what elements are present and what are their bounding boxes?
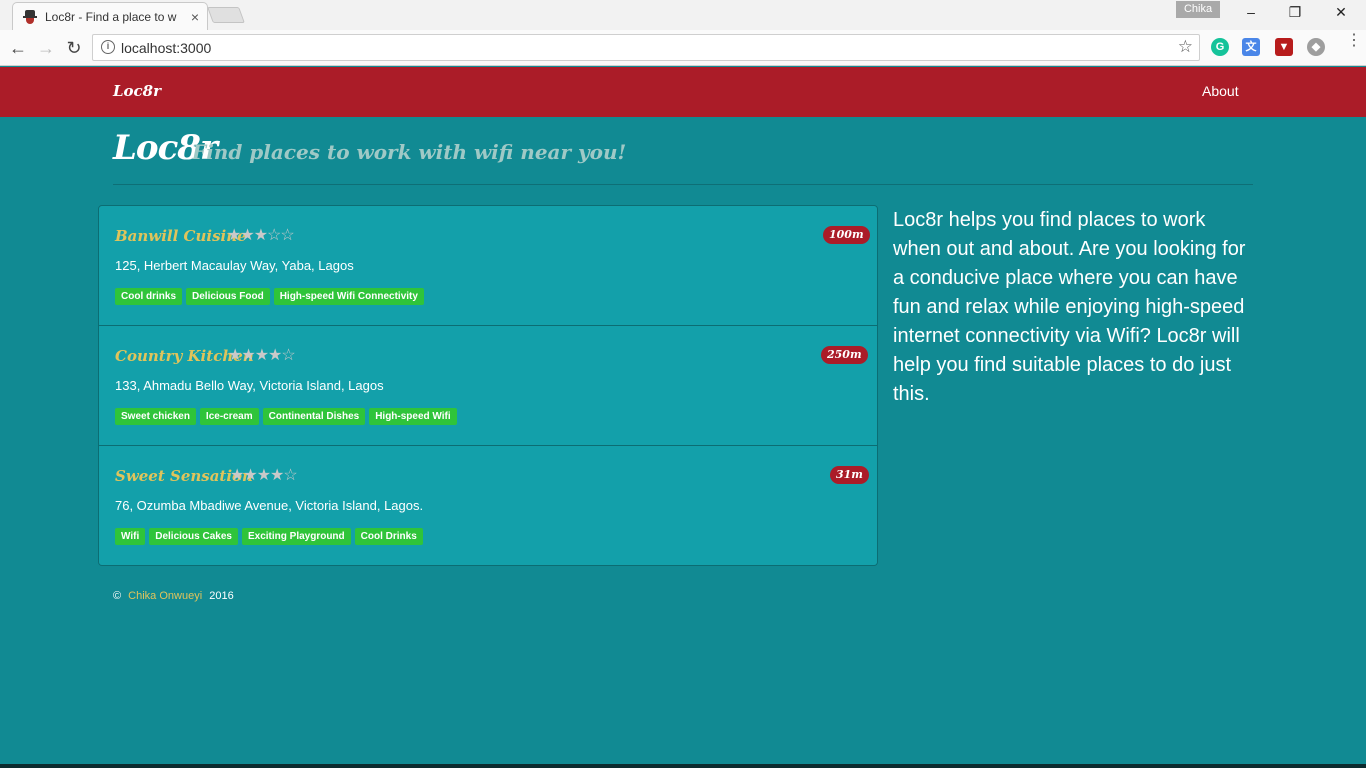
list-item: Banwill Cuisine ★★★☆☆ 100m 125, Herbert … (99, 206, 877, 326)
footer-year: 2016 (209, 590, 234, 602)
location-address: 125, Herbert Macaulay Way, Yaba, Lagos (115, 258, 354, 273)
forward-arrow-icon[interactable]: → (34, 36, 58, 60)
distance-badge: 100m (823, 226, 870, 244)
browser-toolbar: ← → ↻ i localhost:3000 ☆ G 文 ▼ ◆ ⋮ (0, 30, 1366, 66)
minimize-button[interactable]: – (1236, 4, 1266, 20)
about-link[interactable]: About (1202, 83, 1239, 99)
copyright-symbol: © (113, 590, 122, 602)
facility-tag: Sweet chicken (115, 408, 196, 425)
rating-stars-icon: ★★★★☆ (228, 347, 296, 364)
reload-icon[interactable]: ↻ (62, 36, 86, 60)
shield-extension-icon[interactable]: ▼ (1275, 38, 1293, 56)
tab-close-icon[interactable]: × (191, 9, 199, 25)
sidebar-description: Loc8r helps you find places to work when… (893, 209, 1246, 405)
bookmark-star-icon[interactable]: ☆ (1178, 37, 1193, 57)
profile-button[interactable]: Chika (1176, 1, 1220, 18)
facility-tag: Continental Dishes (262, 408, 366, 425)
favicon-icon (23, 9, 37, 24)
facility-tag: High-speed Wifi Connectivity (273, 288, 424, 305)
facility-tag: Ice-cream (199, 408, 259, 425)
translate-icon[interactable]: 文 (1242, 38, 1260, 56)
facility-tag: Delicious Cakes (149, 528, 238, 545)
rating-stars-icon: ★★★☆☆ (227, 227, 295, 244)
info-icon[interactable]: i (101, 40, 115, 54)
back-arrow-icon[interactable]: ← (6, 36, 30, 60)
footer: © Chika Onwueyi 2016 (113, 590, 234, 602)
page-header: Loc8r Find places to work with wifi near… (113, 128, 1253, 185)
location-list: Banwill Cuisine ★★★☆☆ 100m 125, Herbert … (98, 205, 878, 566)
browser-menu-icon[interactable]: ⋮ (1346, 33, 1362, 49)
rating-stars-icon: ★★★★☆ (230, 467, 298, 484)
site-navbar: Loc8r About (0, 67, 1366, 117)
author-link[interactable]: Chika Onwueyi (128, 590, 202, 602)
new-tab-button[interactable] (207, 7, 245, 23)
navbar-brand[interactable]: Loc8r (113, 82, 161, 100)
facility-tag: Cool Drinks (354, 528, 423, 545)
facility-tag: High-speed Wifi (369, 408, 457, 425)
location-address: 76, Ozumba Mbadiwe Avenue, Victoria Isla… (115, 498, 424, 513)
tab-title: Loc8r - Find a place to w (45, 9, 177, 24)
facility-tag: Wifi (115, 528, 146, 545)
facility-tag: Exciting Playground (241, 528, 351, 545)
list-item: Country Kitchen ★★★★☆ 250m 133, Ahmadu B… (99, 326, 877, 446)
facility-tags: Cool drinks Delicious Food High-speed Wi… (115, 288, 424, 305)
browser-tabstrip: Loc8r - Find a place to w × Chika – ❐ ✕ (0, 0, 1366, 30)
distance-badge: 250m (821, 346, 868, 364)
taskbar-edge (0, 764, 1366, 768)
location-address: 133, Ahmadu Bello Way, Victoria Island, … (115, 378, 384, 393)
url-text[interactable]: localhost:3000 (121, 40, 211, 56)
facility-tag: Cool drinks (115, 288, 183, 305)
address-bar[interactable]: i localhost:3000 ☆ (92, 34, 1200, 61)
extension-icon[interactable]: ◆ (1307, 38, 1325, 56)
browser-tab[interactable]: Loc8r - Find a place to w × (12, 2, 208, 30)
close-window-button[interactable]: ✕ (1326, 4, 1356, 21)
facility-tags: Wifi Delicious Cakes Exciting Playground… (115, 528, 423, 545)
facility-tag: Delicious Food (186, 288, 270, 305)
distance-badge: 31m (830, 466, 869, 484)
page-subtitle: Find places to work with wifi near you! (192, 140, 627, 164)
facility-tags: Sweet chicken Ice-cream Continental Dish… (115, 408, 457, 425)
restore-button[interactable]: ❐ (1280, 4, 1310, 21)
list-item: Sweet Sensation ★★★★☆ 31m 76, Ozumba Mba… (99, 446, 877, 565)
grammarly-icon[interactable]: G (1211, 38, 1229, 56)
